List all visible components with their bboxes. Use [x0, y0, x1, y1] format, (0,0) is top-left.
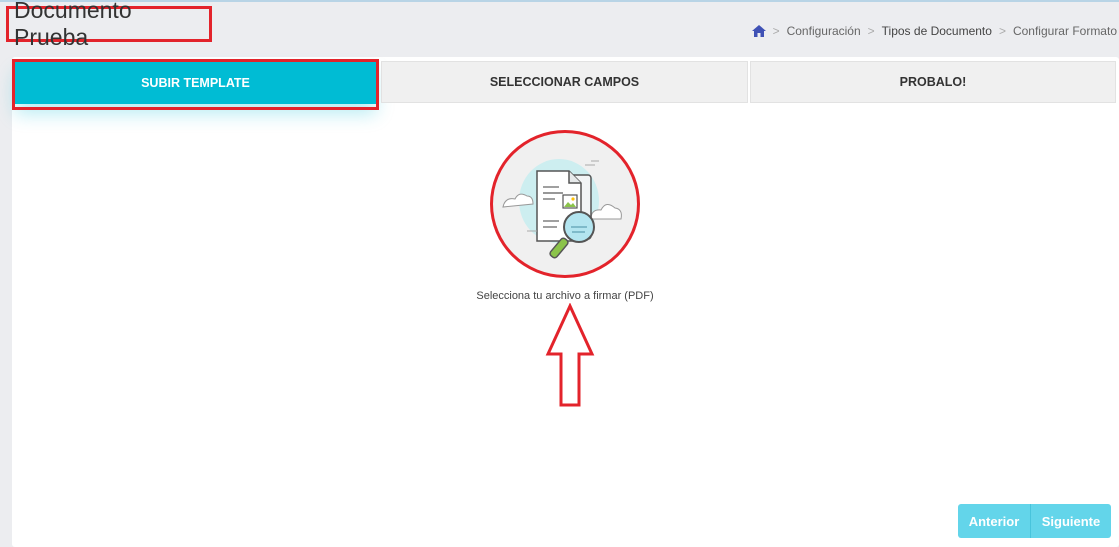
tab-label: SELECCIONAR CAMPOS: [489, 75, 640, 89]
page-title: Documento Prueba: [6, 0, 212, 50]
previous-button[interactable]: Anterior: [958, 504, 1031, 538]
tab-seleccionar-campos[interactable]: SELECCIONAR CAMPOS: [381, 61, 748, 103]
tab-label: PROBALO!: [899, 75, 967, 89]
document-search-icon: [502, 159, 622, 259]
breadcrumb-item-configuracion[interactable]: Configuración: [787, 24, 861, 38]
breadcrumb-separator: >: [998, 24, 1006, 38]
breadcrumb-separator: >: [772, 24, 780, 38]
wizard-navigation: Anterior Siguiente: [958, 504, 1111, 538]
breadcrumb-separator: >: [867, 24, 875, 38]
breadcrumb-item-configurar-formato: Configurar Formato: [1012, 24, 1117, 38]
tab-subir-template[interactable]: SUBIR TEMPLATE: [15, 62, 376, 104]
tab-probalo[interactable]: PROBALO!: [750, 61, 1116, 103]
next-button[interactable]: Siguiente: [1031, 504, 1111, 538]
tab-label: SUBIR TEMPLATE: [141, 76, 250, 90]
breadcrumb: > Configuración > Tipos de Documento > C…: [751, 22, 1117, 40]
upload-caption: Selecciona tu archivo a firmar (PDF): [476, 290, 654, 302]
home-icon[interactable]: [751, 25, 766, 37]
breadcrumb-item-tipos-documento[interactable]: Tipos de Documento: [882, 24, 992, 38]
page-title-text: Documento Prueba: [14, 0, 132, 50]
arrow-up-icon: [545, 303, 595, 407]
file-upload-button[interactable]: [490, 130, 640, 278]
